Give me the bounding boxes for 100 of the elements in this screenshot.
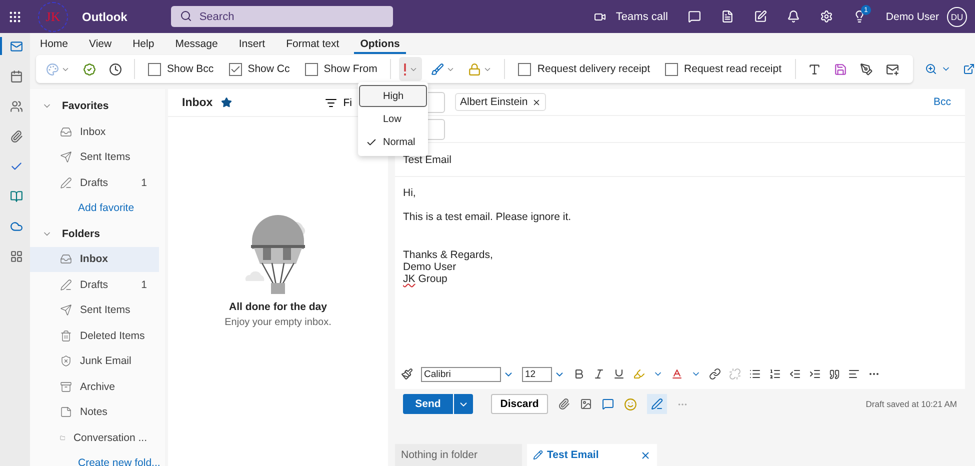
- app-launcher-icon[interactable]: [8, 10, 22, 24]
- window-tab[interactable]: Nothing in folder: [395, 444, 522, 466]
- link[interactable]: Add favorite: [30, 196, 134, 220]
- exclamation-icon: [403, 62, 408, 76]
- checkbox[interactable]: Show Bcc: [148, 62, 214, 76]
- empty-title: All done for the day: [228, 301, 327, 313]
- bcc-button[interactable]: Bcc: [927, 95, 957, 109]
- folder-item[interactable]: Sent Items: [30, 144, 159, 170]
- video-camera-icon: [594, 10, 606, 22]
- folder-item[interactable]: Archive: [30, 374, 159, 400]
- settings-icon: [820, 10, 833, 23]
- folder-item[interactable]: Drafts 1: [30, 272, 159, 298]
- folder-item[interactable]: Drafts 1: [30, 170, 159, 196]
- paperclip-icon: [558, 398, 570, 410]
- editor-button[interactable]: [647, 394, 667, 414]
- bell-icon: [786, 10, 800, 23]
- emoji-icon: [624, 398, 637, 410]
- link[interactable]: Create new fold...: [30, 450, 160, 466]
- chat-icon: [602, 398, 614, 410]
- logo: JK: [38, 2, 68, 32]
- document-icon: [720, 10, 734, 23]
- ribbon-tab[interactable]: Home: [34, 37, 74, 54]
- ribbon-tab[interactable]: Message: [169, 37, 224, 54]
- filter-button[interactable]: Fi: [325, 96, 352, 108]
- pencil-icon: [533, 450, 543, 460]
- unlink-icon: [729, 368, 741, 380]
- underline-icon: [613, 368, 625, 380]
- indent-icon: [809, 368, 821, 380]
- highlighter-icon: [633, 368, 645, 380]
- avatar[interactable]: DU: [947, 6, 967, 26]
- close-icon: [640, 450, 651, 460]
- text-icon: [808, 62, 821, 76]
- folder-item[interactable]: Conversation ...: [30, 425, 159, 450]
- message-body[interactable]: Hi, This is a test email. Please ignore it. Thanks & Regards, Demo User JK Group: [395, 177, 965, 359]
- outdent-icon: [789, 368, 801, 380]
- link-icon: [709, 368, 721, 380]
- apps-icon: [10, 250, 22, 262]
- menu-item[interactable]: High: [359, 85, 427, 107]
- pen-icon: [860, 62, 873, 76]
- folder-item[interactable]: Inbox: [30, 119, 159, 144]
- inbox-icon: [60, 253, 72, 266]
- empty-subtitle: Enjoy your empty inbox.: [224, 317, 332, 328]
- palette-icon: [46, 62, 59, 76]
- checkbox[interactable]: Request delivery receipt: [518, 62, 650, 76]
- filter-icon: [325, 96, 338, 108]
- folder-item[interactable]: Sent Items: [30, 298, 159, 323]
- font-size-field[interactable]: 12: [522, 366, 552, 382]
- ribbon-tab[interactable]: Format text: [280, 37, 346, 54]
- checkmark-icon: [10, 160, 22, 172]
- check-icon: [366, 136, 377, 148]
- teams-call-button[interactable]: Teams call: [594, 10, 668, 22]
- checkbox[interactable]: Show From: [304, 62, 378, 76]
- send-button[interactable]: Send: [403, 394, 453, 414]
- section-header[interactable]: Folders: [30, 220, 165, 246]
- ribbon-tab[interactable]: View: [83, 37, 118, 54]
- star-icon[interactable]: [220, 97, 232, 108]
- folder-item[interactable]: Notes: [30, 400, 159, 425]
- align-icon: [848, 368, 860, 380]
- send-icon: [60, 304, 72, 316]
- badge-check-icon: [83, 62, 96, 76]
- recipient-chip[interactable]: Albert Einstein: [455, 93, 546, 111]
- draft-status: Draft saved at 10:21 AM: [866, 399, 957, 409]
- brush-icon: [431, 62, 444, 76]
- clock-icon: [109, 62, 122, 76]
- numbering-icon: [769, 368, 781, 380]
- zoom-button[interactable]: [925, 62, 951, 74]
- trash-icon: [60, 330, 72, 342]
- send-icon: [60, 151, 72, 164]
- font-field[interactable]: Calibri: [421, 366, 501, 382]
- checkbox[interactable]: Request read receipt: [665, 62, 782, 76]
- folder-item[interactable]: Junk Email: [30, 348, 159, 374]
- pop-out-icon: [963, 62, 975, 74]
- checkbox[interactable]: Show Cc: [228, 62, 290, 76]
- inbox-icon: [60, 126, 72, 138]
- ribbon-tab[interactable]: Insert: [232, 37, 272, 54]
- zoom-icon: [925, 62, 937, 74]
- app-name: Outlook: [82, 10, 128, 24]
- font-color-icon: [671, 368, 683, 380]
- search-icon: [180, 10, 192, 22]
- close-icon: [532, 98, 541, 106]
- check-icon: [230, 64, 241, 74]
- chat-icon: [688, 10, 701, 23]
- mail-icon: [10, 40, 22, 52]
- lightbulb-icon: [852, 10, 866, 23]
- archive-icon: [60, 380, 72, 393]
- exclamation-button[interactable]: [399, 57, 422, 81]
- send-options-button[interactable]: [453, 394, 473, 414]
- ribbon-tab[interactable]: Help: [126, 37, 160, 54]
- bold-icon: [573, 368, 585, 380]
- save-icon: [834, 62, 847, 76]
- section-header[interactable]: Favorites: [30, 93, 165, 119]
- folder-item[interactable]: Deleted Items: [30, 323, 159, 348]
- folder-item[interactable]: Inbox: [30, 246, 159, 272]
- image-icon: [580, 398, 592, 410]
- window-tab[interactable]: Test Email: [527, 444, 657, 466]
- note-icon: [60, 406, 72, 418]
- pen-icon: [651, 398, 663, 410]
- pencil-icon: [60, 176, 72, 189]
- search-field[interactable]: Search: [171, 6, 394, 27]
- discard-button[interactable]: Discard: [491, 394, 548, 414]
